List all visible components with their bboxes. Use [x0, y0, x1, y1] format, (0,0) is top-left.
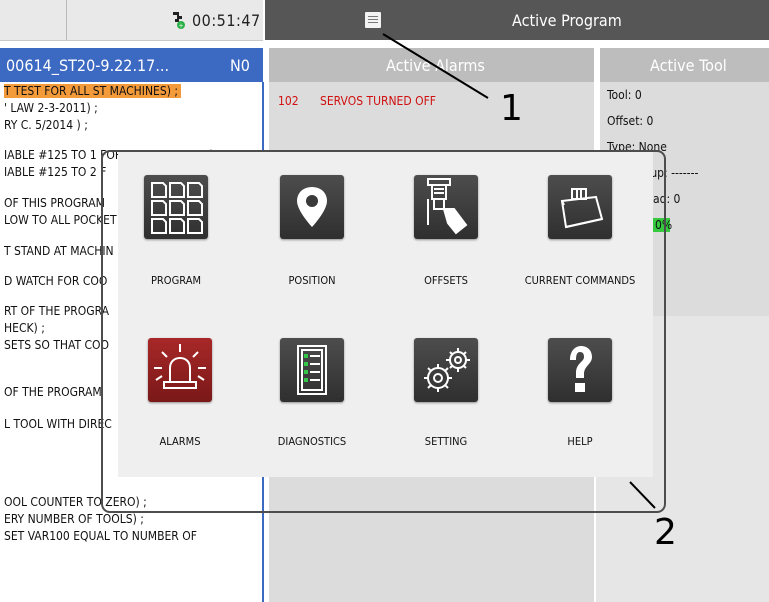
callout-2: 2 [654, 512, 677, 553]
callout-1: 1 [500, 88, 523, 129]
